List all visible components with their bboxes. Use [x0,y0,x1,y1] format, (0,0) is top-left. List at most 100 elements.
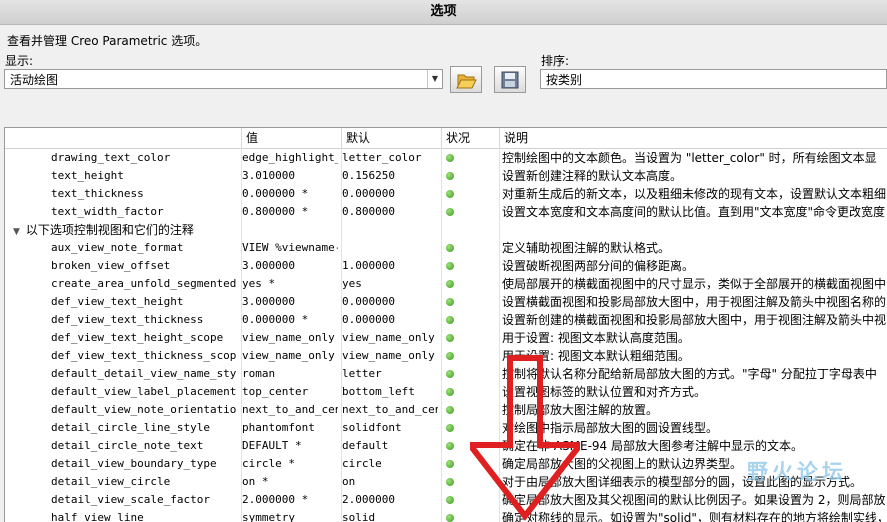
status-ok-icon [446,244,454,252]
option-name: def_view_text_thickness_scope [51,349,237,362]
table-row[interactable]: default_detail_view_name_style roman lette… [5,365,887,383]
option-default: 0.000000 [342,187,395,200]
col-name-header[interactable] [5,128,241,148]
option-default: 2.000000 [342,493,395,506]
option-value: 3.000000 [242,259,295,272]
option-description: 用于设置: 视图文本默认高度范围。 [502,331,690,345]
save-icon [501,71,519,89]
col-status-header[interactable]: 状况 [441,128,499,148]
col-description-header[interactable]: 说明 [499,128,887,148]
option-default: on [342,475,356,488]
option-value: 2.000000 * [242,493,309,506]
status-ok-icon [446,352,454,360]
watermark-logo: 野火论坛 [747,460,847,484]
status-ok-icon [446,406,454,414]
status-ok-icon [446,208,454,216]
option-name: half_view_line [51,511,144,522]
option-description: 控制绘图中的文本颜色。当设置为 "letter_color" 时，所有绘图文本显 [502,151,877,165]
table-row[interactable]: default_view_note_orientation next_to_and… [5,401,887,419]
option-value: 0.800000 * [242,205,309,218]
table-row[interactable]: broken_view_offset 3.000000 1.000000 设置破断视图… [5,257,887,275]
option-value: next_to_and_cent [242,403,338,416]
option-name: default_view_note_orientation [51,403,237,416]
option-name: text_height [51,169,124,182]
option-name: aux_view_note_format [51,241,184,254]
option-name: text_width_factor [51,205,164,218]
option-default: solidfont [342,421,402,434]
option-value: top_center [242,385,309,398]
table-row[interactable]: detail_circle_line_style phantomfont solid… [5,419,887,437]
table-row[interactable]: detail_circle_note_text DEFAULT * default 确… [5,437,887,455]
option-name: def_view_text_thickness [51,313,204,326]
option-default: view_name_only [342,349,435,362]
option-name: detail_circle_note_text [51,439,204,452]
option-value: circle * [242,457,295,470]
table-row[interactable]: def_view_text_height_scope view_name_only… [5,329,887,347]
option-name: default_detail_view_name_style [51,367,237,380]
option-value: edge_highlight_c [242,151,338,164]
display-select[interactable]: 活动绘图 ▼ [4,69,443,89]
option-default: 0.156250 [342,169,395,182]
chevron-down-icon: ▼ [427,70,442,88]
status-ok-icon [446,280,454,288]
page-description: 查看并管理 Creo Parametric 选项。 [7,34,208,48]
table-row[interactable]: aux_view_note_format VIEW %viewname-% 定义辅助… [5,239,887,257]
option-description: 使局部展开的横截面视图中的尺寸显示，类似于全部展开的横截面视图中 [502,277,887,291]
table-row[interactable]: text_thickness 0.000000 * 0.000000 对重新生成后的新… [5,185,887,203]
option-name: def_view_text_height [51,295,184,308]
option-name: detail_view_scale_factor [51,493,210,506]
table-row[interactable]: create_area_unfold_segmented yes * yes 使局部展… [5,275,887,293]
status-ok-icon [446,316,454,324]
open-button[interactable] [450,66,482,93]
option-default: view_name_only [342,331,435,344]
collapse-icon[interactable]: ▼ [13,223,20,239]
annotation-arrow-icon [470,355,580,521]
col-value-header[interactable]: 值 [241,128,341,148]
option-default: 1.000000 [342,259,395,272]
table-row[interactable]: drawing_text_color edge_highlight_c letter… [5,149,887,167]
option-default [342,239,438,257]
option-name: def_view_text_height_scope [51,331,224,344]
save-button[interactable] [494,66,526,93]
group-row[interactable]: ▼ 以下选项控制视图和它们的注释 [5,221,887,239]
option-description: 定义辅助视图注解的默认格式。 [502,241,671,255]
sort-label: 排序: [541,54,570,68]
option-description: 设置新创建注释的默认文本高度。 [502,169,683,183]
option-name: drawing_text_color [51,151,171,164]
option-name: detail_view_circle [51,475,171,488]
option-name: default_view_label_placement [51,385,237,398]
folder-open-icon [456,74,477,89]
option-default: next_to_and_cent [342,403,438,416]
display-select-value: 活动绘图 [10,73,59,87]
status-ok-icon [446,442,454,450]
table-row[interactable]: default_view_label_placement top_center bo… [5,383,887,401]
option-description: 设置破断视图两部分间的偏移距离。 [502,259,695,273]
option-value: on * [242,475,269,488]
status-ok-icon [446,496,454,504]
table-row[interactable]: def_view_text_thickness_scope view_name_o… [5,347,887,365]
status-ok-icon [446,172,454,180]
table-row[interactable]: detail_view_scale_factor 2.000000 * 2.0000… [5,491,887,509]
option-default: default [342,439,389,452]
status-ok-icon [446,334,454,342]
option-value: view_name_only * [242,331,338,344]
table-row[interactable]: text_width_factor 0.800000 * 0.800000 设置文本宽… [5,203,887,221]
table-row[interactable]: def_view_text_thickness 0.000000 * 0.00000… [5,311,887,329]
table-row[interactable]: half_view_line symmetry solid 确定对称线的显示。如设置为… [5,509,887,522]
table-row[interactable]: text_height 3.010000 0.156250 设置新创建注释的默认文本高… [5,167,887,185]
option-value: symmetry [242,511,295,522]
sort-select[interactable]: 按类别 [540,69,887,89]
option-default: 0.800000 [342,205,395,218]
option-default: 0.000000 [342,313,395,326]
display-label: 显示: [5,54,34,68]
col-default-header[interactable]: 默认 [341,128,441,148]
status-ok-icon [446,388,454,396]
option-default: circle [342,457,382,470]
status-ok-icon [446,262,454,270]
status-ok-icon [446,478,454,486]
table-row[interactable]: def_view_text_height 3.000000 0.000000 设置横截… [5,293,887,311]
option-value: 0.000000 * [242,313,309,326]
option-value: DEFAULT * [242,439,302,452]
status-ok-icon [446,424,454,432]
group-title: 以下选项控制视图和它们的注释 [25,223,194,237]
